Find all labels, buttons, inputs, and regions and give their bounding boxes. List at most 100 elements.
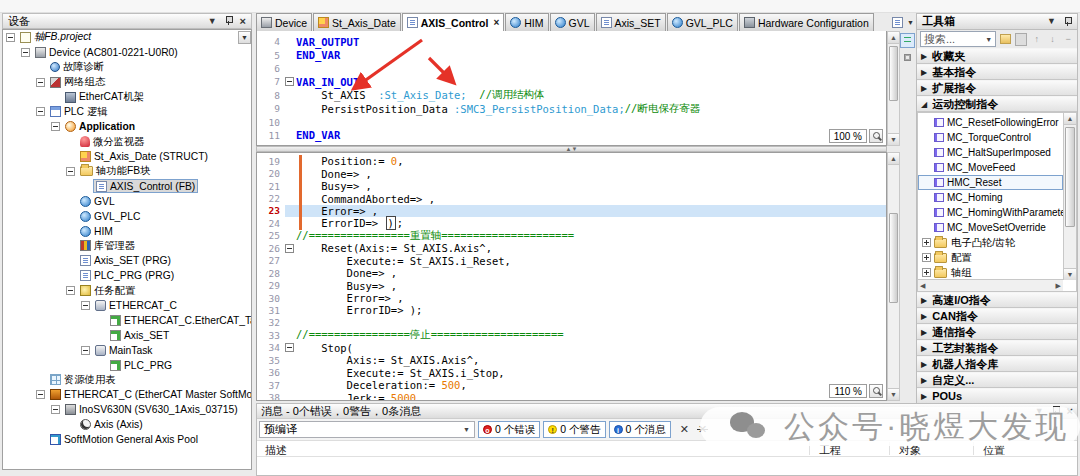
- code-line-38[interactable]: 38 Jerk:= 5000,: [257, 391, 886, 401]
- tree-item-application[interactable]: Application: [3, 119, 251, 134]
- declaration-view-button[interactable]: [900, 33, 915, 48]
- toolbox-search-input[interactable]: 搜索... ▼: [920, 31, 996, 47]
- expander-icon[interactable]: [51, 122, 60, 131]
- code-line-6[interactable]: 6: [257, 62, 886, 75]
- close-icon[interactable]: ×: [240, 17, 246, 26]
- tree-item-ethercat-c[interactable]: ETHERCAT_C: [3, 298, 251, 313]
- toolbox-item-mc-torquecontrol[interactable]: MC_TorqueControl: [918, 130, 1076, 145]
- code-line-27[interactable]: 27 Execute:= St_AXIS.i_Reset,: [257, 255, 886, 267]
- tree-item-gvl-plc[interactable]: GVL_PLC: [3, 209, 251, 224]
- chevron-down-icon[interactable]: ▼: [985, 36, 992, 43]
- code-line-37[interactable]: 37 Deceleration:= 500,: [257, 379, 886, 391]
- toolbox-section-扩展指令[interactable]: ▶扩展指令: [917, 80, 1077, 96]
- tab-st-axis-date[interactable]: St_Axis_Date: [313, 13, 401, 31]
- toolbox-folder-轴组[interactable]: 轴组: [918, 265, 1076, 280]
- tree-item-ethercat-c-ethercat-task[interactable]: ETHERCAT_C.EtherCAT_Task: [3, 313, 251, 328]
- code-line-25[interactable]: 25//================重置轴=================…: [257, 230, 886, 242]
- tree-item-axis-set-prg[interactable]: Axis_SET (PRG): [3, 253, 251, 268]
- pin-icon[interactable]: [1063, 17, 1072, 27]
- code-line-11[interactable]: 11END_VAR: [257, 129, 886, 142]
- tab-device[interactable]: Device: [256, 13, 312, 31]
- declaration-editor[interactable]: 100 % 4VAR_OUTPUT5END_VAR67VAR_IN_OUT8 S…: [256, 31, 887, 146]
- toolbox-item-mc-homingwithparameter[interactable]: MC_HomingWithParameter: [918, 205, 1076, 220]
- toolbox-section-机器人指令库[interactable]: ▶机器人指令库: [917, 356, 1077, 372]
- code-line-4[interactable]: 4VAR_OUTPUT: [257, 35, 886, 48]
- remove-icon[interactable]: −: [1062, 33, 1074, 46]
- code-line-28[interactable]: 28 Done=> ,: [257, 267, 886, 279]
- toolbox-section-通信指令[interactable]: ▶通信指令: [917, 324, 1077, 340]
- expander-icon[interactable]: [6, 33, 15, 42]
- code-line-29[interactable]: 29 Busy=> ,: [257, 279, 886, 291]
- toolbox-item-mc-resetfollowingerror[interactable]: MC_ResetFollowingError: [918, 115, 1076, 130]
- code-line-23[interactable]: 23 Error=> ,: [257, 205, 886, 217]
- tree-item-axis-control-fb[interactable]: AXIS_Control (FB): [3, 179, 251, 194]
- code-line-24[interactable]: 24 ErrorID=> );: [257, 217, 886, 229]
- column-description[interactable]: 描述: [265, 443, 287, 458]
- tab-axis-set[interactable]: Axis_SET: [596, 13, 666, 31]
- tree-item-ethercat机架[interactable]: EtherCAT机架: [3, 90, 251, 105]
- toolbox-section-运动控制指令[interactable]: ◢运动控制指令: [917, 96, 1077, 112]
- tree-item-maintask[interactable]: MainTask: [3, 343, 251, 358]
- window-tool-icon[interactable]: [1015, 33, 1027, 46]
- tree-item-softmotion-general-axis-pool[interactable]: SoftMotion General Axis Pool: [3, 432, 251, 447]
- code-line-9[interactable]: 9 PersistPosition_Data :SMC3_PersistPosi…: [257, 102, 886, 115]
- toolbox-list-hscrollbar[interactable]: ◀▶: [918, 279, 1063, 291]
- code-line-36[interactable]: 36 Execute:= St_AXIS.i_Stop,: [257, 366, 886, 378]
- tab-overflow[interactable]: ▼: [892, 15, 916, 30]
- expander-icon[interactable]: [922, 253, 931, 262]
- code-line-20[interactable]: 20 Done=> ,: [257, 167, 886, 179]
- toolbox-section-自定义[interactable]: ▶自定义...: [917, 372, 1077, 388]
- toolbox-folder-电子凸轮-齿轮[interactable]: 电子凸轮/齿轮: [918, 235, 1076, 250]
- tree-item-him[interactable]: HIM: [3, 224, 251, 239]
- code-scrollbar[interactable]: ▲ ▼: [887, 152, 900, 401]
- tree-item-微分监视器[interactable]: 微分监视器: [3, 134, 251, 149]
- code-line-35[interactable]: 35 Axis:= St_AXIS.Axis^,: [257, 354, 886, 366]
- tab-close-icon[interactable]: ×: [493, 17, 499, 28]
- expander-icon[interactable]: [21, 48, 30, 57]
- expander-icon[interactable]: [36, 78, 45, 87]
- infos-toggle-button[interactable]: i 0 个消息: [609, 421, 671, 438]
- tab-gvl[interactable]: GVL: [550, 13, 595, 31]
- expander-icon[interactable]: [922, 268, 931, 277]
- tree-item-axis-set[interactable]: Axis_SET: [3, 328, 251, 343]
- toolbox-folder-配置[interactable]: 配置: [918, 250, 1076, 265]
- toolbox-section-工艺封装指令[interactable]: ▶工艺封装指令: [917, 340, 1077, 356]
- code-line-5[interactable]: 5END_VAR: [257, 48, 886, 61]
- tab-hardware-configuration[interactable]: Hardware Configuration: [739, 13, 874, 31]
- decl-scrollbar[interactable]: ▲ ▼: [887, 31, 900, 146]
- toolbox-item-mc-movefeed[interactable]: MC_MoveFeed: [918, 160, 1076, 175]
- toolbox-section-pous[interactable]: ▶POUs: [917, 388, 1077, 404]
- expander-icon[interactable]: [36, 107, 45, 116]
- code-line-21[interactable]: 21 Busy=> ,: [257, 180, 886, 192]
- code-line-33[interactable]: 33//================停止==================…: [257, 329, 886, 341]
- code-line-30[interactable]: 30 Error=> ,: [257, 292, 886, 304]
- code-line-26[interactable]: 26 Reset(Axis:= St_AXIS.Axis^,: [257, 242, 886, 254]
- expander-icon[interactable]: [66, 167, 75, 176]
- tree-item-plc-逻辑[interactable]: PLC 逻辑: [3, 104, 251, 119]
- tree-item-资源使用表[interactable]: 资源使用表: [3, 372, 251, 387]
- move-down-icon[interactable]: ↓: [1047, 33, 1059, 46]
- fold-icon[interactable]: [285, 343, 294, 352]
- tree-item-plc-prg[interactable]: PLC_PRG: [3, 358, 251, 373]
- fold-icon[interactable]: [285, 77, 294, 86]
- tab-list-icon[interactable]: [892, 17, 903, 28]
- tree-item-轴功能fb块[interactable]: 轴功能FB块: [3, 164, 251, 179]
- errors-toggle-button[interactable]: o 0 个错误: [478, 421, 540, 438]
- code-line-19[interactable]: 19 Position:= 0,: [257, 155, 886, 167]
- tree-item-轴fb-project[interactable]: 轴FB.project: [3, 30, 251, 45]
- tree-item-axis-axis[interactable]: Axis (Axis): [3, 417, 251, 432]
- tab-axis-control[interactable]: AXIS_Control×: [402, 13, 505, 31]
- code-line-10[interactable]: 10: [257, 115, 886, 128]
- message-filter-dropdown[interactable]: 预编译 ▼: [259, 421, 475, 438]
- code-line-7[interactable]: 7VAR_IN_OUT: [257, 75, 886, 88]
- tree-item-st-axis-date-struct[interactable]: St_Axis_Date (STRUCT): [3, 149, 251, 164]
- folder-tool-icon[interactable]: [1000, 34, 1011, 44]
- toolbox-section-高速i-o指令[interactable]: ▶高速I/O指令: [917, 292, 1077, 308]
- tree-item-device-ac801-0221-u0r0[interactable]: Device (AC801-0221-U0R0): [3, 45, 251, 60]
- tree-filter-dropdown[interactable]: ▼: [238, 31, 251, 44]
- toolbox-section-基本指令[interactable]: ▶基本指令: [917, 64, 1077, 80]
- code-line-8[interactable]: 8 St_AXIS :St_Axis_Date; //调用结构体: [257, 89, 886, 102]
- code-editor[interactable]: 110 % 19 Position:= 0,20 Done=> ,21 Busy…: [256, 152, 887, 401]
- tree-item-gvl[interactable]: GVL: [3, 194, 251, 209]
- tree-item-网络组态[interactable]: 网络组态: [3, 75, 251, 90]
